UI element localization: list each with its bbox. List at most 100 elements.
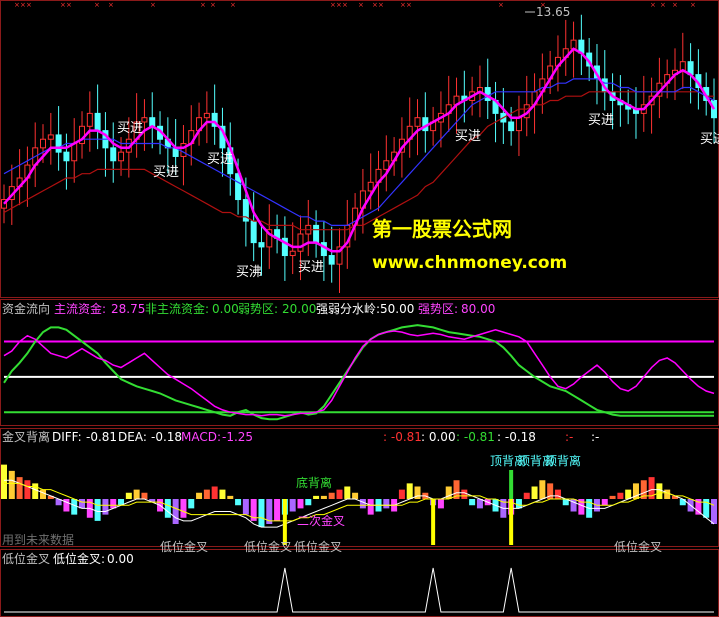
macd-bar [180, 499, 187, 518]
top-tick-marker: × [60, 1, 66, 9]
high-marker: 13.65 [525, 5, 570, 19]
top-tick-marker: × [230, 1, 236, 9]
macd-bar [711, 499, 717, 524]
macd-bar [71, 499, 78, 515]
macd-bar [8, 470, 15, 499]
top-tick-marker: × [650, 1, 656, 9]
bottom-divergence-bar [509, 470, 514, 499]
sub-capital-value: 0.00 [212, 302, 239, 316]
lowcross-panel [4, 567, 714, 613]
top-tick-marker: × [342, 1, 348, 9]
macd-bar [554, 489, 561, 499]
extra-value: : -0.81 [456, 430, 495, 444]
candle-body [313, 224, 320, 244]
candle-body [289, 250, 296, 257]
candle-body [110, 147, 117, 162]
watermark-title: 第一股票公式网 [372, 217, 512, 241]
macd-bar [515, 499, 522, 509]
candle-body [63, 151, 70, 162]
strong-zone-value: 80.00 [461, 302, 495, 316]
macd-bar [219, 489, 226, 499]
extra-value: : -0.81 [383, 430, 422, 444]
buy-signal-label: 买进 [207, 152, 233, 167]
extra-value: : 0.00 [421, 430, 456, 444]
lowcross-legend: 低位金叉 低位金叉: 0.00 [2, 551, 134, 566]
capital-panel-title: 资金流向 [2, 301, 50, 316]
macd-bar [1, 464, 7, 499]
lowcross-item-value: 0.00 [107, 552, 134, 566]
macd-bar [328, 492, 335, 499]
buy-signal-label: 买进 [700, 132, 719, 147]
macd-bar [656, 483, 663, 499]
candle-body [203, 112, 210, 119]
candle-body [367, 181, 374, 192]
macd-label: MACD: [181, 430, 221, 444]
dea-label: DEA: [118, 430, 147, 444]
candle-body [71, 143, 78, 162]
top-tick-marker: × [358, 1, 364, 9]
macd-bar [16, 477, 23, 499]
buy-signal-label: 买进 [298, 260, 324, 275]
top-tick-marker: × [336, 1, 342, 9]
buy-signal-label: 买进 [153, 165, 179, 180]
candle-body [118, 151, 125, 162]
low-cross-bar [509, 499, 514, 545]
low-cross-line [4, 567, 714, 613]
macd-bar [469, 499, 476, 506]
top-tick-marker: × [372, 1, 378, 9]
top-tick-marker: × [150, 1, 156, 9]
macd-bar [110, 499, 117, 509]
capital-legend: 资金流向 主流资金: 28.75 非主流资金: 0.00 弱势区: 20.00 … [2, 301, 495, 316]
macd-bar [398, 489, 405, 499]
extra-value: :- [565, 430, 573, 444]
candle-body [250, 220, 257, 244]
macd-bar [531, 486, 538, 499]
macd-bar [461, 489, 468, 499]
candle-body [297, 233, 304, 252]
macd-bar [40, 489, 47, 499]
macd-bar [188, 499, 195, 509]
candle-body [508, 121, 515, 132]
macd-bar [476, 499, 483, 509]
top-tick-marker: × [66, 1, 72, 9]
extra-value: : -0.18 [497, 430, 536, 444]
low-golden-cross-label: 低位金叉 [294, 539, 342, 554]
macd-bar [211, 486, 218, 499]
candle-body [86, 112, 93, 127]
candle-body [515, 117, 522, 132]
top-tick-marker: × [14, 1, 20, 9]
macd-bar [227, 495, 234, 499]
buy-signal-label: 买进 [117, 121, 143, 136]
watermark-url: www.chnmoney.com [372, 253, 567, 273]
macd-panel-border [0, 428, 719, 547]
sub-capital-line [3, 329, 715, 417]
top-tick-marker: × [660, 1, 666, 9]
macd-bar [352, 492, 359, 499]
macd-bar [367, 499, 374, 515]
top-tick-marker: × [108, 1, 114, 9]
macd-bar [164, 499, 171, 518]
macd-bar [601, 499, 608, 506]
candle-body [55, 134, 62, 153]
top-tick-marker: × [406, 1, 412, 9]
macd-bar [406, 483, 413, 499]
macd-bar [313, 495, 320, 499]
macd-bar [359, 499, 366, 509]
top-tick-marker: × [378, 1, 384, 9]
macd-panel-title: 金叉背离 [2, 429, 50, 444]
buy-signal-label: 买进 [588, 113, 614, 128]
macd-bar [383, 499, 390, 509]
candle-body [47, 134, 54, 140]
top-tick-markers: × × × × × × × × × × × × × × × × × × × × × × × × × [14, 1, 696, 9]
top-tick-marker: × [210, 1, 216, 9]
top-tick-marker: × [330, 1, 336, 9]
top-tick-marker: × [200, 1, 206, 9]
macd-bar [664, 489, 671, 499]
macd-bar [125, 492, 132, 499]
dea-value: -0.18 [151, 430, 182, 444]
macd-bar [196, 492, 203, 499]
lowcross-item-label: 低位金叉: [53, 551, 105, 566]
top-tick-marker: × [400, 1, 406, 9]
diff-label: DIFF: [52, 430, 82, 444]
macd-bar [539, 480, 546, 499]
